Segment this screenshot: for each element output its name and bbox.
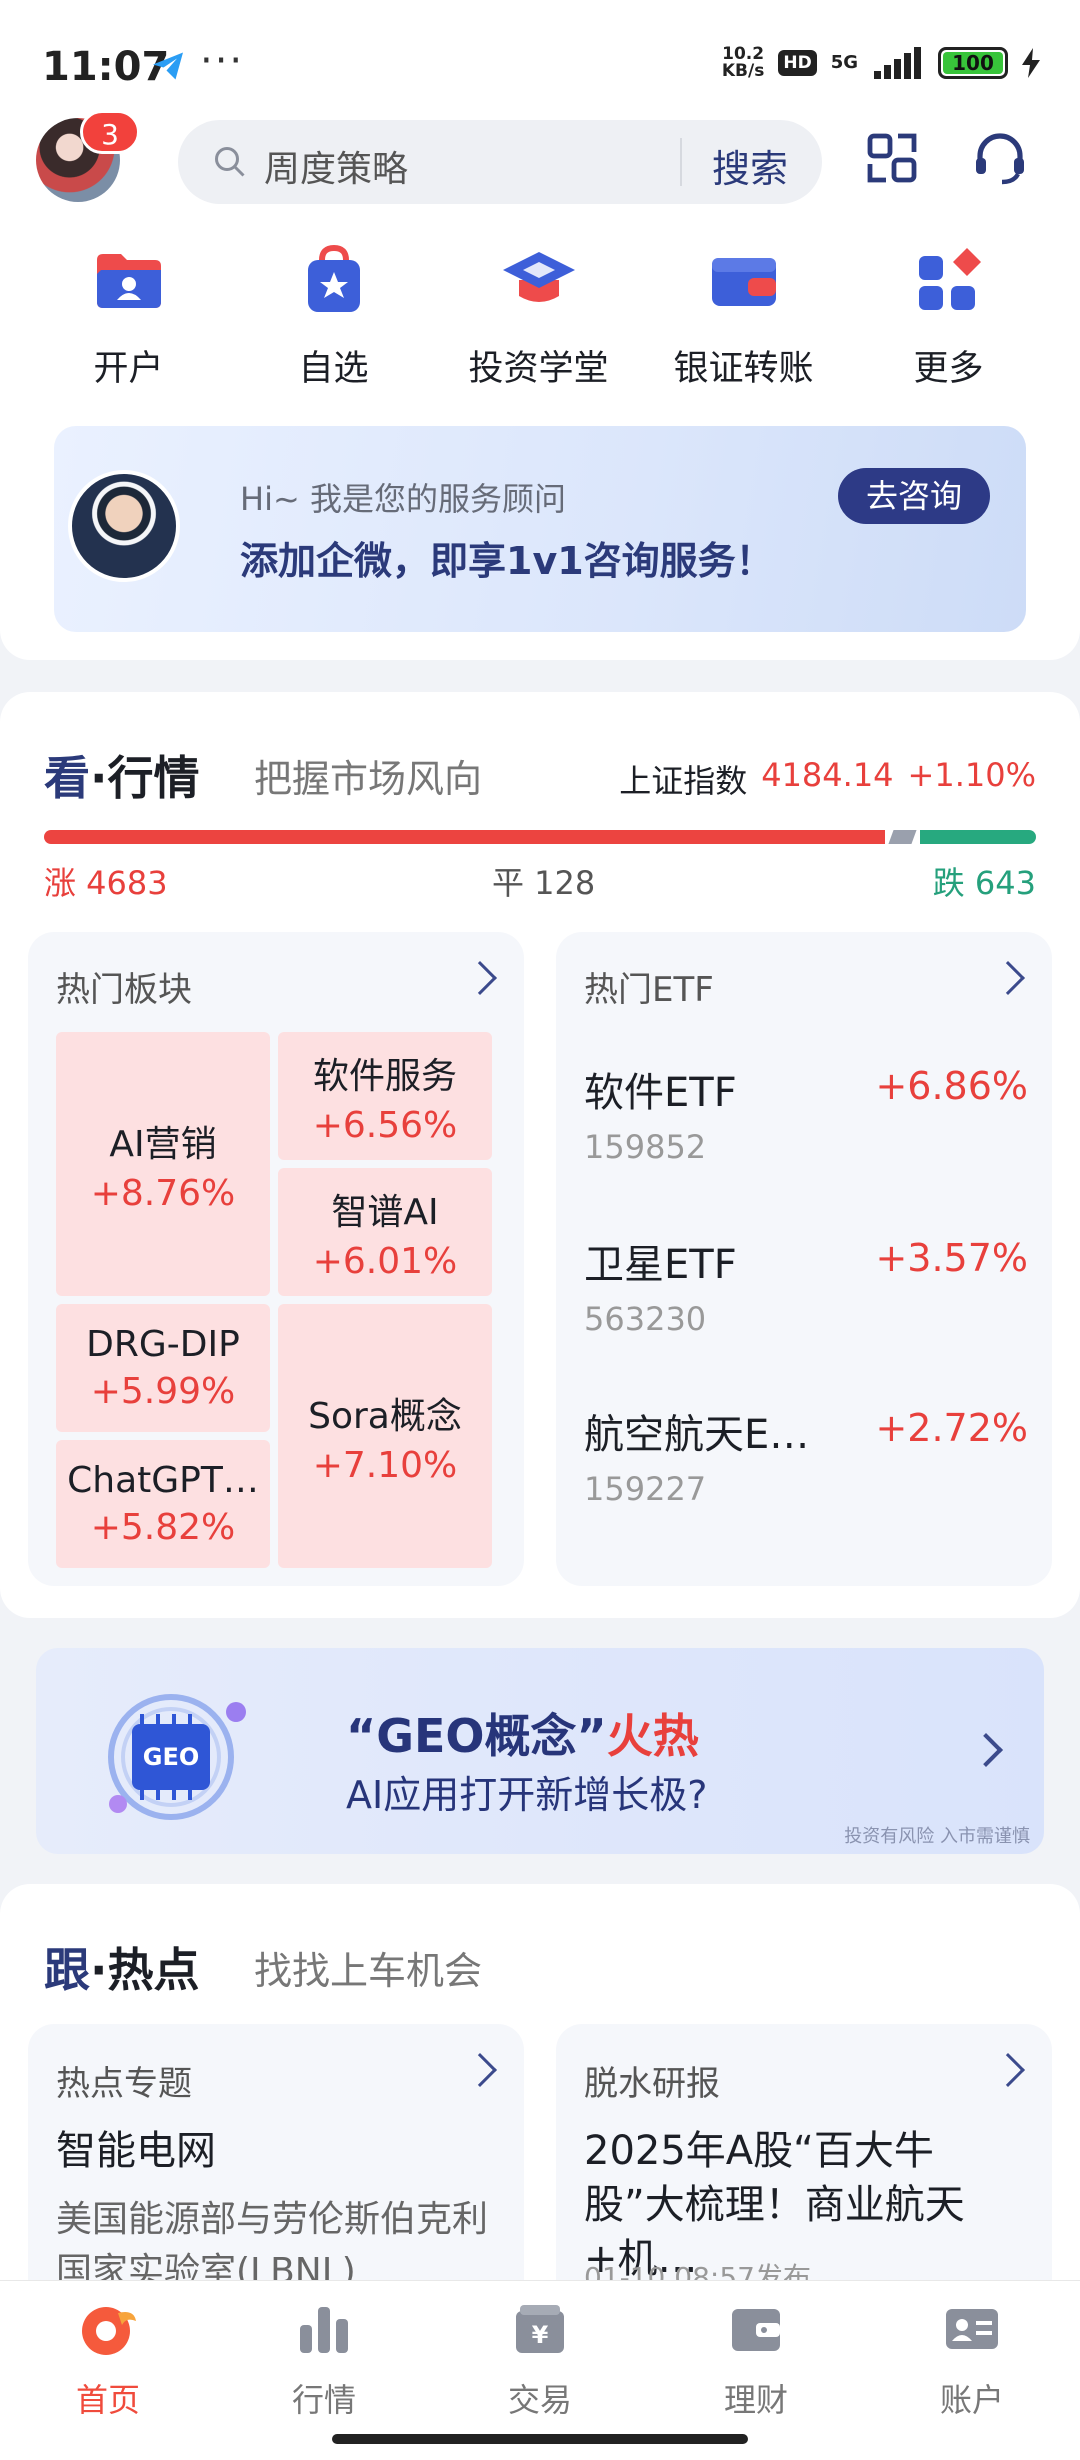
chevron-right-icon	[969, 1733, 1003, 1767]
breadth-flat-segment	[888, 830, 917, 844]
quick-more[interactable]: 更多	[846, 240, 1051, 390]
chevron-right-icon[interactable]	[463, 2053, 497, 2087]
consult-button[interactable]: 去咨询	[837, 468, 990, 524]
chevron-right-icon[interactable]	[991, 961, 1025, 995]
quick-open-account[interactable]: 开户	[26, 240, 231, 390]
quick-watchlist[interactable]: 自选	[231, 240, 436, 390]
svg-text:¥: ¥	[532, 2321, 549, 2349]
sector-tile[interactable]: ChatGPT… +5.82%	[56, 1440, 270, 1568]
promo-banner[interactable]: GEO “GEO概念”火热 AI应用打开新增长极? 投资有风险 入市需谨慎	[36, 1648, 1044, 1854]
tab-account[interactable]: 账户	[902, 2301, 1042, 2421]
telegram-icon	[153, 52, 183, 80]
notification-badge: 3	[80, 110, 140, 154]
hot-sectors-panel[interactable]: 热门板块 AI营销 +8.76% 软件服务 +6.56% 智谱AI +6.01%…	[28, 932, 524, 1586]
advisor-photo	[68, 470, 180, 582]
tab-wealth[interactable]: 理财	[686, 2301, 826, 2421]
down-count: 跌 643	[932, 864, 1036, 902]
charging-icon	[1022, 48, 1040, 78]
risk-disclaimer: 投资有风险 入市需谨慎	[844, 1826, 1030, 1847]
battery-icon: 100	[938, 47, 1008, 79]
bag-star-icon	[307, 244, 360, 312]
chevron-right-icon[interactable]	[463, 961, 497, 995]
customer-service-icon[interactable]	[970, 128, 1030, 188]
search-button[interactable]: 搜索	[712, 138, 788, 193]
sector-tile[interactable]: Sora概念 +7.10%	[278, 1304, 492, 1568]
account-card-icon	[946, 2309, 998, 2349]
wallet-icon	[732, 2309, 780, 2351]
index-name: 上证指数	[619, 762, 748, 800]
tab-home[interactable]: 首页	[38, 2301, 178, 2421]
breadth-up-segment	[44, 830, 885, 844]
quick-bank-transfer[interactable]: 银证转账	[641, 240, 846, 390]
bottom-tab-bar: 首页 行情 ¥ 交易 理财 账户	[0, 2280, 1080, 2460]
network-type: 5G	[830, 52, 858, 73]
quick-actions: 开户 自选 投资学堂 银证转账 更多	[0, 240, 1080, 390]
home-icon	[82, 2307, 136, 2355]
signal-icon	[874, 47, 921, 79]
search-bar[interactable]: 周度策略 搜索	[178, 120, 822, 204]
banner-subtitle: AI应用打开新增长极?	[346, 1773, 708, 1817]
wallet-icon	[711, 258, 776, 306]
advisor-headline: 添加企微，即享1v1咨询服务！	[240, 539, 774, 583]
advisor-card[interactable]: Hi~ 我是您的服务顾问 添加企微，即享1v1咨询服务！ 去咨询	[54, 426, 1026, 632]
market-card: 看·行情 把握市场风向 上证指数 4184.14 +1.10% 涨 4683 平…	[0, 692, 1080, 1618]
chart-bars-icon	[300, 2307, 348, 2353]
status-more-dots: ···	[200, 38, 245, 84]
search-icon	[215, 147, 245, 177]
etf-row[interactable]: 软件ETF 159852 +6.86%	[584, 1060, 1028, 1170]
etf-row[interactable]: 航空航天E… 159227 +2.72%	[584, 1402, 1028, 1512]
trade-yen-icon: ¥	[516, 2305, 564, 2353]
index-change: +1.10%	[907, 756, 1036, 794]
folder-user-icon	[96, 254, 161, 308]
graduation-cap-icon	[502, 252, 575, 302]
hotspot-title: 跟·热点	[44, 1943, 200, 1997]
geo-chip-label: GEO	[143, 1743, 200, 1771]
tab-market[interactable]: 行情	[254, 2301, 394, 2421]
hd-indicator: HD	[778, 50, 817, 76]
search-divider	[680, 138, 682, 186]
scan-icon[interactable]	[862, 128, 922, 188]
status-bar: 11:07 ··· 10.2 KB/s HD 5G 100	[0, 0, 1080, 110]
hot-etf-title: 热门ETF	[584, 970, 714, 1010]
etf-row[interactable]: 卫星ETF 563230 +3.57%	[584, 1232, 1028, 1342]
search-input[interactable]: 周度策略	[264, 140, 408, 192]
flat-count: 平 128	[492, 864, 596, 902]
index-value: 4184.14	[761, 756, 894, 794]
sector-tile[interactable]: AI营销 +8.76%	[56, 1032, 270, 1296]
quick-invest-school[interactable]: 投资学堂	[436, 240, 641, 390]
index-quote[interactable]: 上证指数 4184.14 +1.10%	[619, 756, 1036, 802]
hot-topic-title: 热点专题	[56, 2064, 192, 2104]
sector-tile[interactable]: 智谱AI +6.01%	[278, 1168, 492, 1296]
status-right: 10.2 KB/s HD 5G 100	[722, 46, 1040, 80]
banner-title: “GEO概念”火热	[346, 1709, 699, 1763]
hotspot-subtitle: 找找上车机会	[254, 1949, 483, 1993]
breadth-down-segment	[920, 830, 1036, 844]
market-subtitle: 把握市场风向	[254, 757, 483, 801]
hot-etf-panel[interactable]: 热门ETF 软件ETF 159852 +6.86% 卫星ETF 563230 +…	[556, 932, 1052, 1586]
geo-chip-icon: GEO	[108, 1694, 246, 1820]
hot-topic-name: 智能电网	[56, 2128, 216, 2174]
home-indicator[interactable]	[332, 2434, 748, 2444]
advisor-greeting: Hi~ 我是您的服务顾问	[240, 480, 566, 518]
network-speed: 10.2 KB/s	[721, 44, 765, 81]
home-header: 3 周度策略 搜索 开户 自选 投资学堂 银证转账 更多 Hi~ 我是您的服务顾…	[0, 110, 1080, 660]
sector-tile[interactable]: 软件服务 +6.56%	[278, 1032, 492, 1160]
hot-sectors-title: 热门板块	[56, 970, 192, 1010]
sector-tile[interactable]: DRG-DIP +5.99%	[56, 1304, 270, 1432]
research-report-title: 脱水研报	[584, 2064, 720, 2104]
breadth-bar	[44, 830, 1036, 844]
market-title: 看·行情	[44, 751, 200, 805]
up-count: 涨 4683	[44, 864, 168, 902]
grid-more-icon	[918, 248, 981, 310]
tab-trade[interactable]: ¥ 交易	[470, 2301, 610, 2421]
chevron-right-icon[interactable]	[991, 2053, 1025, 2087]
